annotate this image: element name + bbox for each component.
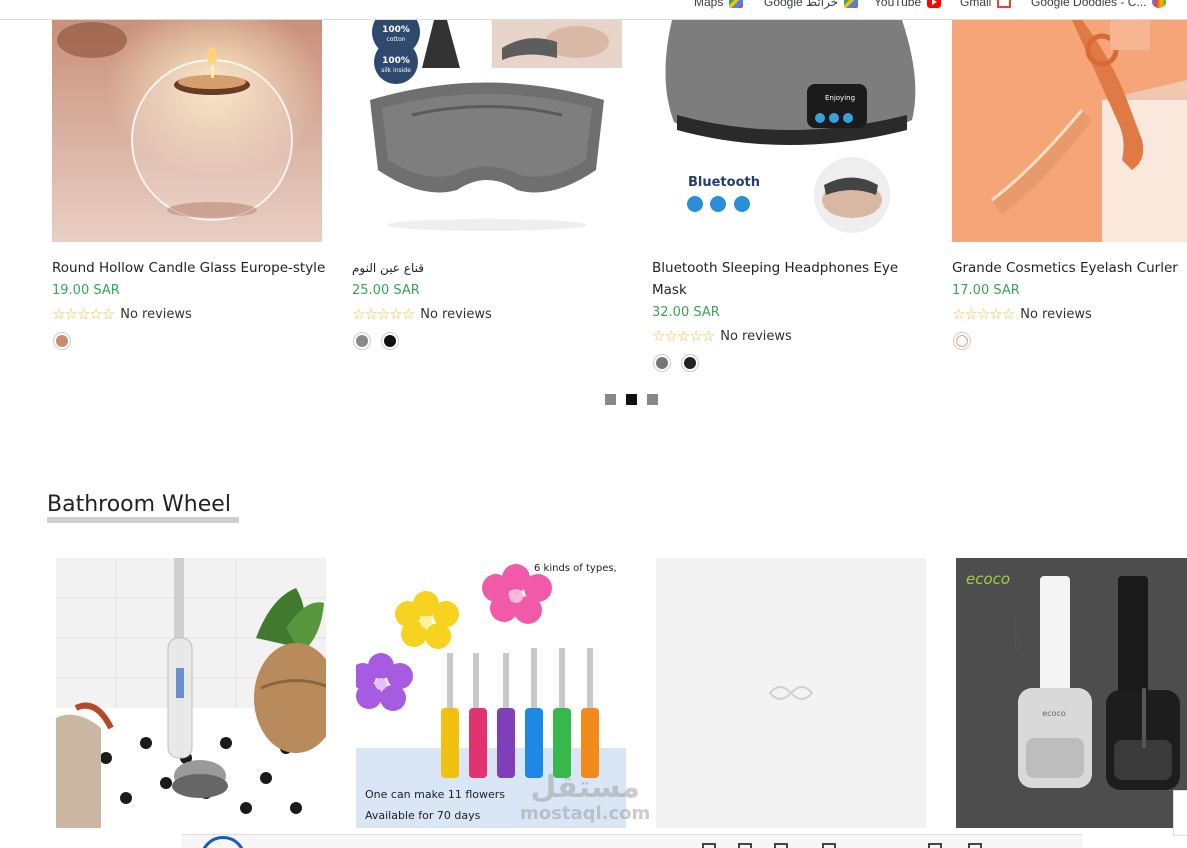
watermark-latin: mostaql.com xyxy=(520,803,651,824)
section-title-underline xyxy=(47,517,239,523)
flowers-label: One can make 11 flowers xyxy=(365,788,505,801)
between-label: BETWEEN xyxy=(1013,618,1021,653)
cotton-badge-percent: 100% xyxy=(382,25,410,35)
toolbar-icon[interactable] xyxy=(968,843,982,848)
toothpaste-dispenser-image: ecoco BETWEEN ecoco xyxy=(956,558,1187,828)
color-swatches xyxy=(953,332,971,350)
scroll-edge-marker xyxy=(1173,790,1187,836)
bookmark-gmail[interactable]: Gmail xyxy=(960,0,1012,10)
ecoco-logo: ecoco xyxy=(966,570,1010,588)
color-swatches xyxy=(353,332,399,350)
product-title[interactable]: Round Hollow Candle Glass Europe-style xyxy=(52,257,332,279)
reviews-count: No reviews xyxy=(720,328,792,344)
mostaql-watermark: مستقل mostaql.com xyxy=(520,772,650,824)
color-swatch[interactable] xyxy=(353,332,371,350)
dispenser-logo: ecoco xyxy=(1042,709,1066,718)
toolbar-icon[interactable] xyxy=(822,843,836,848)
toolbar-icon[interactable] xyxy=(702,843,716,848)
spin-scrubber-image xyxy=(56,558,326,828)
product-title[interactable]: Bluetooth Sleeping Headphones Eye Mask xyxy=(652,257,922,301)
color-swatch[interactable] xyxy=(53,332,71,350)
bluetooth-mask-image: Enjoying Bluetooth xyxy=(652,20,922,242)
product-image-placeholder[interactable] xyxy=(656,558,926,828)
silk-badge-percent: 100% xyxy=(382,56,410,66)
bluetooth-label: Bluetooth xyxy=(688,175,760,190)
eyelash-curler-image xyxy=(952,20,1187,242)
enjoying-label: Enjoying xyxy=(825,94,855,102)
bookmark-label: Gmail xyxy=(960,0,992,9)
bookmarks-bar: Maps Google خرائط YouTube Gmail Google D… xyxy=(0,0,1187,20)
product-image-sleep-mask[interactable]: 100% cotton 100% silk inside xyxy=(352,20,622,242)
bookmark-google-doodles[interactable]: Google Doodles - C... xyxy=(1031,0,1167,10)
toolbar-icon[interactable] xyxy=(928,843,942,848)
product-price: 17.00 SAR xyxy=(952,283,1020,298)
product-image-eyelash-curler[interactable] xyxy=(952,20,1187,242)
product-price: 19.00 SAR xyxy=(52,283,120,298)
bookmark-youtube[interactable]: YouTube xyxy=(874,0,942,10)
carousel-pagination xyxy=(605,394,658,405)
bookmark-label: Maps xyxy=(694,0,724,9)
color-swatch[interactable] xyxy=(953,332,971,350)
image-placeholder-icon xyxy=(768,686,814,700)
bottom-toolbar xyxy=(182,834,1082,848)
watermark-arabic: مستقل xyxy=(530,770,640,805)
toolbar-icon[interactable] xyxy=(774,843,788,848)
carousel-dot[interactable] xyxy=(605,394,616,405)
sleep-mask-image: 100% cotton 100% silk inside xyxy=(352,20,622,242)
star-rating-icon: ☆☆☆☆☆ xyxy=(952,305,1015,323)
bookmark-label: YouTube xyxy=(874,0,922,9)
bookmark-label: Google خرائط xyxy=(764,0,839,9)
silk-badge-label: silk inside xyxy=(381,67,411,74)
carousel-dot-active[interactable] xyxy=(626,394,637,405)
bookmark-label: Google Doodles - C... xyxy=(1031,0,1147,9)
product-image-candle-glass[interactable] xyxy=(52,20,322,242)
bookmark-maps[interactable]: Maps xyxy=(694,0,744,10)
cotton-badge-label: cotton xyxy=(386,36,405,43)
color-swatch[interactable] xyxy=(653,354,671,372)
color-swatch[interactable] xyxy=(681,354,699,372)
product-image-toothpaste-dispenser[interactable]: ecoco BETWEEN ecoco xyxy=(956,558,1187,828)
kinds-label: 6 kinds of types, xyxy=(534,563,617,574)
google-doodles-icon xyxy=(1152,0,1167,8)
gmail-icon xyxy=(997,0,1012,8)
product-title[interactable]: Grande Cosmetics Eyelash Curler xyxy=(952,257,1187,279)
product-rating: ☆☆☆☆☆ No reviews xyxy=(52,305,192,323)
section-title: Bathroom Wheel xyxy=(47,492,231,517)
product-price: 25.00 SAR xyxy=(352,283,420,298)
product-rating: ☆☆☆☆☆ No reviews xyxy=(952,305,1092,323)
product-title[interactable]: قناع عين النوم xyxy=(352,257,632,279)
product-rating: ☆☆☆☆☆ No reviews xyxy=(352,305,492,323)
google-maps-icon xyxy=(729,0,744,8)
reviews-count: No reviews xyxy=(420,306,492,322)
candle-glass-image xyxy=(52,20,322,242)
product-rating: ☆☆☆☆☆ No reviews xyxy=(652,327,792,345)
color-swatches xyxy=(53,332,71,350)
star-rating-icon: ☆☆☆☆☆ xyxy=(52,305,115,323)
color-swatches xyxy=(653,354,699,372)
reviews-count: No reviews xyxy=(120,306,192,322)
youtube-icon xyxy=(927,0,942,8)
star-rating-icon: ☆☆☆☆☆ xyxy=(652,327,715,345)
product-price: 32.00 SAR xyxy=(652,305,720,320)
product-image-bluetooth-mask[interactable]: Enjoying Bluetooth xyxy=(652,20,922,242)
reviews-count: No reviews xyxy=(1020,306,1092,322)
star-rating-icon: ☆☆☆☆☆ xyxy=(352,305,415,323)
toolbar-icon[interactable] xyxy=(738,843,752,848)
days-label: Available for 70 days xyxy=(365,809,481,822)
google-maps-icon xyxy=(844,0,859,8)
product-image-spin-scrubber[interactable] xyxy=(56,558,326,828)
color-swatch[interactable] xyxy=(381,332,399,350)
bookmark-google-maps-ar[interactable]: Google خرائط xyxy=(764,0,859,10)
carousel-dot[interactable] xyxy=(647,394,658,405)
